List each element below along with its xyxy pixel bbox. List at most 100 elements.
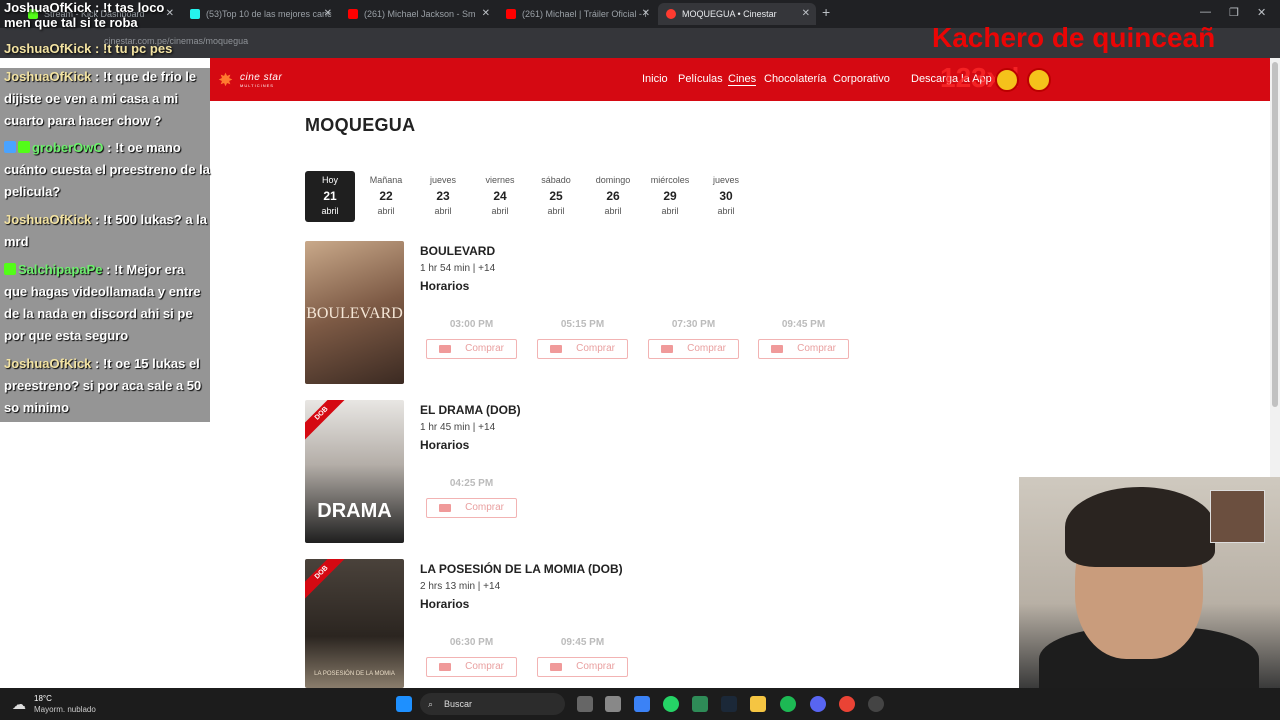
chat-line: JoshuaOfKick : !t tu pc pes: [4, 41, 173, 56]
movie-title[interactable]: LA POSESIÓN DE LA MOMIA (DOB): [420, 562, 623, 576]
buy-button[interactable]: Comprar: [537, 657, 628, 677]
buy-label: Comprar: [576, 661, 615, 672]
tab-label: (261) Michael Jackson - Sm: [364, 9, 476, 19]
day-month: abril: [434, 206, 452, 216]
buy-button[interactable]: Comprar: [426, 498, 517, 518]
day-tab-29[interactable]: miércoles 29 abril: [645, 171, 695, 222]
movie-poster-boulevard[interactable]: BOULEVARD: [305, 241, 404, 384]
emoji-icon: [1027, 68, 1051, 92]
whatsapp-icon[interactable]: [663, 696, 679, 712]
screen: Stream - Kick Dashboard ✕ (53)Top 10 de …: [0, 0, 1280, 720]
badge-icon: [18, 141, 30, 153]
maximize-icon[interactable]: ❐: [1229, 6, 1239, 19]
ticket-icon: [439, 663, 451, 671]
youtube-icon: [506, 9, 516, 19]
movie-poster-el-drama[interactable]: DOB DRAMA: [305, 400, 404, 543]
minimize-icon[interactable]: —: [1200, 6, 1211, 18]
close-icon[interactable]: ✕: [482, 3, 490, 25]
spotify-icon[interactable]: [780, 696, 796, 712]
app-icon[interactable]: [605, 696, 621, 712]
buy-button[interactable]: Comprar: [648, 339, 739, 359]
excel-icon[interactable]: [692, 696, 708, 712]
calculator-icon[interactable]: [634, 696, 650, 712]
cinestar-logo[interactable]: ✸ cine star MULTICINES: [218, 70, 288, 90]
webcam-hair: [1065, 487, 1215, 567]
buy-button[interactable]: Comprar: [758, 339, 849, 359]
star-icon: ✸: [218, 70, 234, 90]
day-tab-24[interactable]: viernes 24 abril: [475, 171, 525, 222]
showtime: 04:25 PM: [449, 478, 494, 489]
dob-ribbon: DOB: [305, 400, 351, 443]
day-name: Mañana: [369, 175, 403, 185]
close-window-icon[interactable]: ✕: [1257, 6, 1266, 19]
day-month: abril: [547, 206, 565, 216]
youtube-icon: [348, 9, 358, 19]
day-name: miércoles: [650, 175, 690, 185]
stream-chat-overlay: JoshuaOfKick : !t tas loco men que tal s…: [0, 0, 210, 422]
tab-youtube-trailer[interactable]: (261) Michael | Tráiler Oficial - I ✕: [498, 3, 656, 25]
day-number: 30: [719, 189, 733, 203]
windows-start-icon[interactable]: [396, 696, 412, 712]
site-header: ✸ cine star MULTICINES Inicio Películas …: [210, 58, 1270, 101]
day-tab-25[interactable]: sábado 25 abril: [531, 171, 581, 222]
ticket-icon: [771, 345, 783, 353]
chat-user: JoshuaOfKick: [4, 356, 92, 371]
day-month: abril: [491, 206, 509, 216]
scrollbar-thumb[interactable]: [1272, 62, 1278, 407]
nav-chocolateria[interactable]: Chocolatería: [764, 73, 826, 85]
badge-icon: [4, 263, 16, 275]
logo-subtext: MULTICINES: [240, 83, 274, 88]
day-tab-hoy[interactable]: Hoy 21 abril: [305, 171, 355, 222]
tab-cinestar[interactable]: MOQUEGUA • Cinestar ✕: [658, 3, 816, 25]
buy-button[interactable]: Comprar: [426, 657, 517, 677]
new-tab-button[interactable]: +: [822, 4, 830, 20]
day-number: 21: [323, 189, 337, 203]
buy-button[interactable]: Comprar: [426, 339, 517, 359]
nav-cines[interactable]: Cines: [728, 73, 757, 86]
tab-label: (53)Top 10 de las mejores canc: [206, 9, 332, 19]
day-tab-23[interactable]: jueves 23 abril: [418, 171, 468, 222]
folder-icon[interactable]: [750, 696, 766, 712]
task-view-icon[interactable]: [577, 696, 593, 712]
steam-icon[interactable]: [721, 696, 737, 712]
chrome-icon[interactable]: [839, 696, 855, 712]
buy-button[interactable]: Comprar: [537, 339, 628, 359]
taskbar-search[interactable]: ⌕ Buscar: [420, 693, 565, 715]
day-name: jueves: [429, 175, 456, 185]
search-label: Buscar: [444, 699, 473, 709]
cloud-icon: ☁: [12, 696, 26, 712]
close-icon[interactable]: ✕: [642, 3, 650, 25]
horarios-label: Horarios: [420, 597, 470, 611]
dob-ribbon: DOB: [305, 559, 351, 602]
day-month: abril: [661, 206, 679, 216]
nav-inicio[interactable]: Inicio: [642, 73, 668, 85]
day-tab-30[interactable]: jueves 30 abril: [701, 171, 751, 222]
discord-icon[interactable]: [810, 696, 826, 712]
movie-title[interactable]: EL DRAMA (DOB): [420, 403, 521, 417]
taskbar: ☁ 18°C Mayorm. nublado ⌕ Buscar: [0, 688, 1280, 720]
movie-poster-la-posesion[interactable]: DOB LA POSESIÓN DE LA MOMIA: [305, 559, 404, 688]
day-tab-22[interactable]: Mañana 22 abril: [361, 171, 411, 222]
day-number: 22: [379, 189, 393, 203]
movie-meta: 1 hr 54 min | +14: [420, 263, 496, 274]
close-icon[interactable]: ✕: [324, 3, 332, 25]
obs-icon[interactable]: [868, 696, 884, 712]
ticket-icon: [439, 345, 451, 353]
movie-title[interactable]: BOULEVARD: [420, 244, 495, 258]
chat-message: JoshuaOfKick : !t 500 lukas? a la mrd: [4, 209, 210, 253]
chat-user: groberOwO: [32, 140, 104, 155]
nav-corporativo[interactable]: Corporativo: [833, 73, 890, 85]
chat-line: JoshuaOfKick : !t tas loco: [4, 0, 165, 15]
showtime: 09:45 PM: [781, 319, 826, 330]
temperature: 18°C: [34, 694, 52, 703]
poster-title: DRAMA: [317, 500, 392, 522]
chat-line: men que tal si te roba: [4, 15, 138, 30]
buy-label: Comprar: [797, 343, 836, 354]
tab-youtube-mj[interactable]: (261) Michael Jackson - Sm ✕: [340, 3, 496, 25]
tab-label: MOQUEGUA • Cinestar: [682, 9, 777, 19]
close-icon[interactable]: ✕: [802, 3, 810, 25]
movie-meta: 2 hrs 13 min | +14: [420, 581, 501, 592]
nav-peliculas[interactable]: Películas: [678, 73, 723, 85]
horarios-label: Horarios: [420, 438, 470, 452]
day-tab-26[interactable]: domingo 26 abril: [588, 171, 638, 222]
